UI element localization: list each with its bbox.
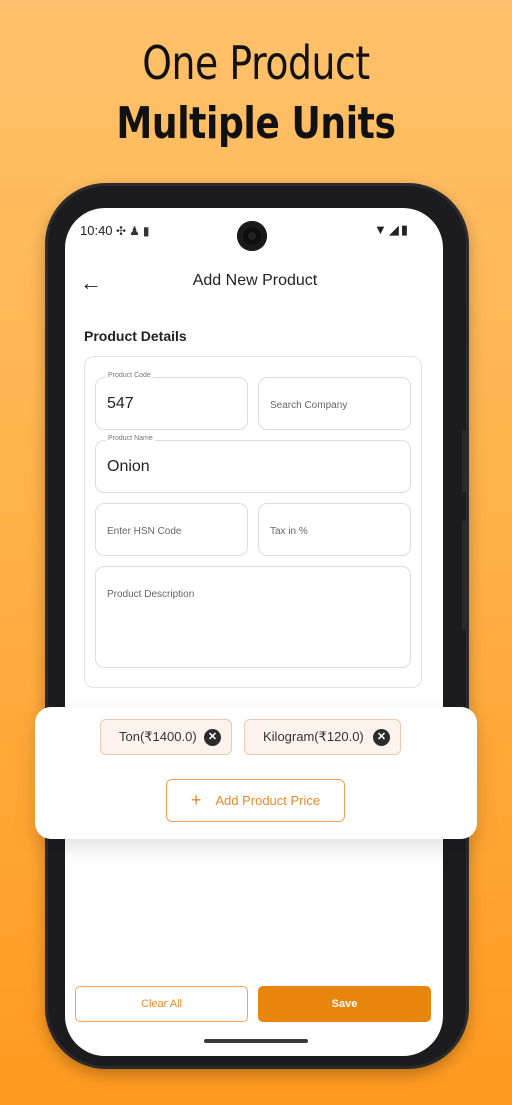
search-company-input[interactable]: Search Company	[258, 377, 411, 430]
section-title-product-details: Product Details	[84, 328, 187, 344]
home-indicator[interactable]	[204, 1039, 308, 1043]
status-time: 10:40	[80, 223, 113, 238]
hsn-code-input[interactable]: Enter HSN Code	[95, 503, 248, 556]
product-name-label: Product Name	[106, 435, 155, 442]
status-right-icons: ▼◢▮	[374, 222, 410, 238]
plus-icon: +	[190, 790, 202, 810]
search-company-placeholder: Search Company	[270, 400, 348, 411]
person-icon: ♟	[129, 224, 143, 238]
fan-icon: ✣	[116, 224, 130, 238]
battery-icon: ▮	[400, 222, 411, 237]
product-code-label: Product Code	[106, 372, 153, 379]
price-chip-kilogram[interactable]: Kilogram(₹120.0) ✕	[244, 719, 401, 755]
front-camera	[237, 221, 267, 251]
price-chip-kilogram-label: Kilogram(₹120.0)	[263, 729, 364, 744]
product-code-value: 547	[107, 395, 134, 412]
price-chip-ton-label: Ton(₹1400.0)	[119, 729, 197, 744]
close-icon[interactable]: ✕	[373, 729, 390, 746]
tax-placeholder: Tax in %	[270, 526, 308, 537]
save-button[interactable]: Save	[258, 986, 431, 1022]
product-description-placeholder: Product Description	[107, 589, 195, 600]
page-title: Add New Product	[192, 272, 318, 289]
status-left-icons: ✣♟▮	[116, 224, 152, 238]
add-product-price-label: Add Product Price	[215, 793, 321, 808]
wifi-icon: ▼	[374, 222, 389, 237]
product-description-input[interactable]: Product Description	[95, 566, 411, 668]
price-chip-ton[interactable]: Ton(₹1400.0) ✕	[100, 719, 232, 755]
tax-input[interactable]: Tax in %	[258, 503, 411, 556]
sim-icon: ▮	[142, 224, 153, 238]
product-name-field[interactable]: Product Name Onion	[95, 435, 411, 493]
hsn-code-placeholder: Enter HSN Code	[107, 526, 182, 537]
clear-all-button[interactable]: Clear All	[75, 986, 248, 1022]
arrow-left-icon[interactable]: ←	[80, 270, 102, 296]
product-code-field[interactable]: Product Code 547	[95, 372, 248, 430]
promo-headline-line2: Multiple Units	[116, 98, 396, 149]
promo-headline-line1: One Product	[142, 36, 370, 90]
signal-icon: ◢	[388, 222, 401, 237]
phone-volume-button	[462, 520, 466, 630]
add-product-price-button[interactable]: + Add Product Price	[166, 779, 345, 822]
close-icon[interactable]: ✕	[204, 729, 221, 746]
product-name-value: Onion	[107, 458, 150, 475]
phone-side-button	[462, 430, 466, 492]
